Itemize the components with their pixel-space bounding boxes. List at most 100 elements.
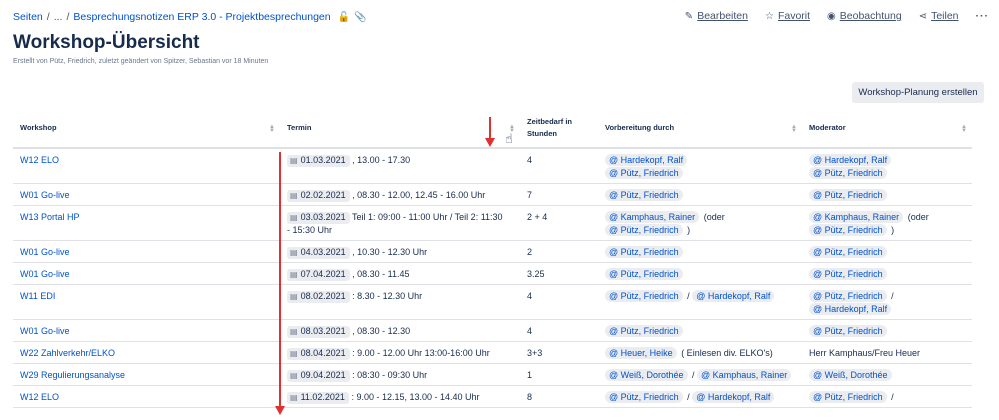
user-mention[interactable]: @ Pütz, Friedrich [809,189,887,201]
user-mention[interactable]: @ Pütz, Friedrich [809,290,887,302]
workshop-link[interactable]: W12 ELO [20,155,59,165]
note-text: ( Einlesen div. ELKO's) [681,348,773,358]
cell-hours: 3.25 [520,262,598,285]
edit-button[interactable]: ✎ Bearbeiten [685,10,748,22]
time-text: : 8.30 - 12.30 Uhr [352,291,423,301]
cell-moderator: @ Pütz, Friedrich / @ Hardekopf, Ralf [802,284,972,320]
workshop-link[interactable]: W01 Go-live [20,326,70,336]
column-header-termin[interactable]: Termin ▲ ▼ [280,108,520,149]
workshop-link[interactable]: W22 Zahlverkehr/ELKO [20,348,115,358]
user-mention[interactable]: @ Pütz, Friedrich [809,391,887,403]
cell-workshop: W13 Portal HP [13,205,280,241]
user-mention[interactable]: @ Pütz, Friedrich [605,224,683,236]
workshop-table: Workshop ▲ ▼ Termin ▲ ▼ Zeitbedarf in Stun… [13,108,972,408]
annotation-arrow-shaft [279,152,281,412]
column-header-workshop[interactable]: Workshop ▲ ▼ [13,108,280,149]
date-lozenge[interactable]: ▤ 02.02.2021 [287,189,350,202]
user-mention[interactable]: @ Pütz, Friedrich [809,246,887,258]
workshop-link[interactable]: W13 Portal HP [20,212,80,222]
calendar-icon: ▤ [290,349,298,358]
calendar-icon: ▤ [290,327,298,336]
column-header-zeitbedarf[interactable]: Zeitbedarf in Stunden [520,108,598,149]
user-mention[interactable]: @ Heuer, Heike [605,347,677,359]
cell-hours: 7 [520,183,598,206]
cell-hours: 4 [520,319,598,342]
breadcrumb-ellipsis[interactable]: ... [54,11,63,23]
date-value: 02.02.2021 [300,190,346,200]
workshop-link[interactable]: W01 Go-live [20,247,70,257]
cell-moderator: @ Pütz, Friedrich [802,240,972,263]
date-lozenge[interactable]: ▤ 08.03.2021 [287,325,350,338]
watch-button[interactable]: ◉ Beobachtung [827,10,902,22]
user-mention[interactable]: @ Pütz, Friedrich [809,167,887,179]
date-lozenge[interactable]: ▤ 07.04.2021 [287,268,350,281]
cell-workshop: W11 EDI [13,284,280,320]
restrictions-icon[interactable]: 🔓 [338,12,350,23]
time-text: , 13.00 - 17.30 [352,155,411,165]
cell-termin: ▤ 08.04.2021 : 9.00 - 12.00 Uhr 13:00-16:… [280,341,520,364]
user-mention[interactable]: @ Hardekopf, Ralf [809,154,892,166]
time-text: , 08.30 - 11.45 [352,269,410,279]
user-mention[interactable]: @ Pütz, Friedrich [809,268,887,280]
user-mention[interactable]: @ Pütz, Friedrich [605,189,683,201]
date-lozenge[interactable]: ▤ 01.03.2021 [287,154,350,167]
date-lozenge[interactable]: ▤ 04.03.2021 [287,246,350,259]
cell-workshop: W12 ELO [13,385,280,408]
date-lozenge[interactable]: ▤ 08.02.2021 [287,290,350,303]
workshop-link[interactable]: W11 EDI [20,291,55,301]
date-lozenge[interactable]: ▤ 09.04.2021 [287,369,350,382]
share-label: Teilen [931,10,959,22]
user-mention[interactable]: @ Kamphaus, Rainer [605,211,700,223]
favorite-button[interactable]: ☆ Favorit [765,10,810,22]
user-mention[interactable]: @ Hardekopf, Ralf [692,391,775,403]
cell-termin: ▤ 09.04.2021 : 08:30 - 09:30 Uhr [280,363,520,386]
user-mention[interactable]: @ Pütz, Friedrich [809,325,887,337]
user-mention[interactable]: @ Hardekopf, Ralf [809,303,892,315]
cell-preparation: @ Pütz, Friedrich [598,262,802,285]
user-mention[interactable]: @ Pütz, Friedrich [605,325,683,337]
share-button[interactable]: ⋖ Teilen [919,10,959,22]
user-mention[interactable]: @ Hardekopf, Ralf [605,154,688,166]
cell-workshop: W22 Zahlverkehr/ELKO [13,341,280,364]
cell-termin: ▤ 08.02.2021 : 8.30 - 12.30 Uhr [280,284,520,320]
note-text: ) [891,225,895,235]
breadcrumb-root[interactable]: Seiten [13,11,43,23]
user-mention[interactable]: @ Pütz, Friedrich [605,167,683,179]
user-mention[interactable]: @ Pütz, Friedrich [605,268,683,280]
separator-text: / [891,392,894,402]
time-text: , 10.30 - 12.30 Uhr [352,247,428,257]
user-mention[interactable]: @ Pütz, Friedrich [605,391,683,403]
user-mention[interactable]: @ Pütz, Friedrich [605,290,683,302]
user-mention[interactable]: @ Weiß, Dorothée [605,369,688,381]
user-mention[interactable]: @ Pütz, Friedrich [809,224,887,236]
column-header-moderator[interactable]: Moderator ▲ ▼ [802,108,972,149]
cell-workshop: W12 ELO [13,148,280,184]
date-lozenge[interactable]: ▤ 11.02.2021 [287,391,349,404]
user-mention[interactable]: @ Pütz, Friedrich [605,246,683,258]
top-bar: Seiten / ... / Besprechungsnotizen ERP 3… [0,0,999,34]
sort-icon[interactable]: ▲ ▼ [269,124,275,134]
create-workshop-planning-button[interactable]: Workshop-Planung erstellen [852,82,984,103]
workshop-link[interactable]: W01 Go-live [20,269,70,279]
user-mention[interactable]: @ Hardekopf, Ralf [692,290,775,302]
sort-icon[interactable]: ▲ ▼ [791,124,797,134]
cell-preparation: @ Hardekopf, Ralf @ Pütz, Friedrich [598,148,802,184]
workshop-link[interactable]: W29 Regulierungsanalyse [20,370,125,380]
moderator-text: Herr Kamphaus/Freu Heuer [809,348,921,358]
attachment-icon[interactable]: 📎 [354,12,366,23]
more-actions-button[interactable]: ··· [976,10,990,22]
date-lozenge[interactable]: ▤ 03.03.2021 [287,211,350,224]
cell-workshop: W01 Go-live [13,183,280,206]
user-mention[interactable]: @ Kamphaus, Rainer [809,211,904,223]
hours-value: 7 [527,190,533,200]
column-header-vorbereitung[interactable]: Vorbereitung durch ▲ ▼ [598,108,802,149]
cell-hours: 1 [520,363,598,386]
sort-icon[interactable]: ▲ ▼ [961,124,967,134]
breadcrumb-page[interactable]: Besprechungsnotizen ERP 3.0 - Projektbes… [73,11,330,23]
date-lozenge[interactable]: ▤ 08.04.2021 [287,347,350,360]
user-mention[interactable]: @ Weiß, Dorothée [809,369,892,381]
workshop-link[interactable]: W01 Go-live [20,190,70,200]
user-mention[interactable]: @ Kamphaus, Rainer [697,369,792,381]
workshop-link[interactable]: W12 ELO [20,392,59,402]
table-row: W12 ELO ▤ 01.03.2021 , 13.00 - 17.30 4 @ Har… [13,148,972,184]
